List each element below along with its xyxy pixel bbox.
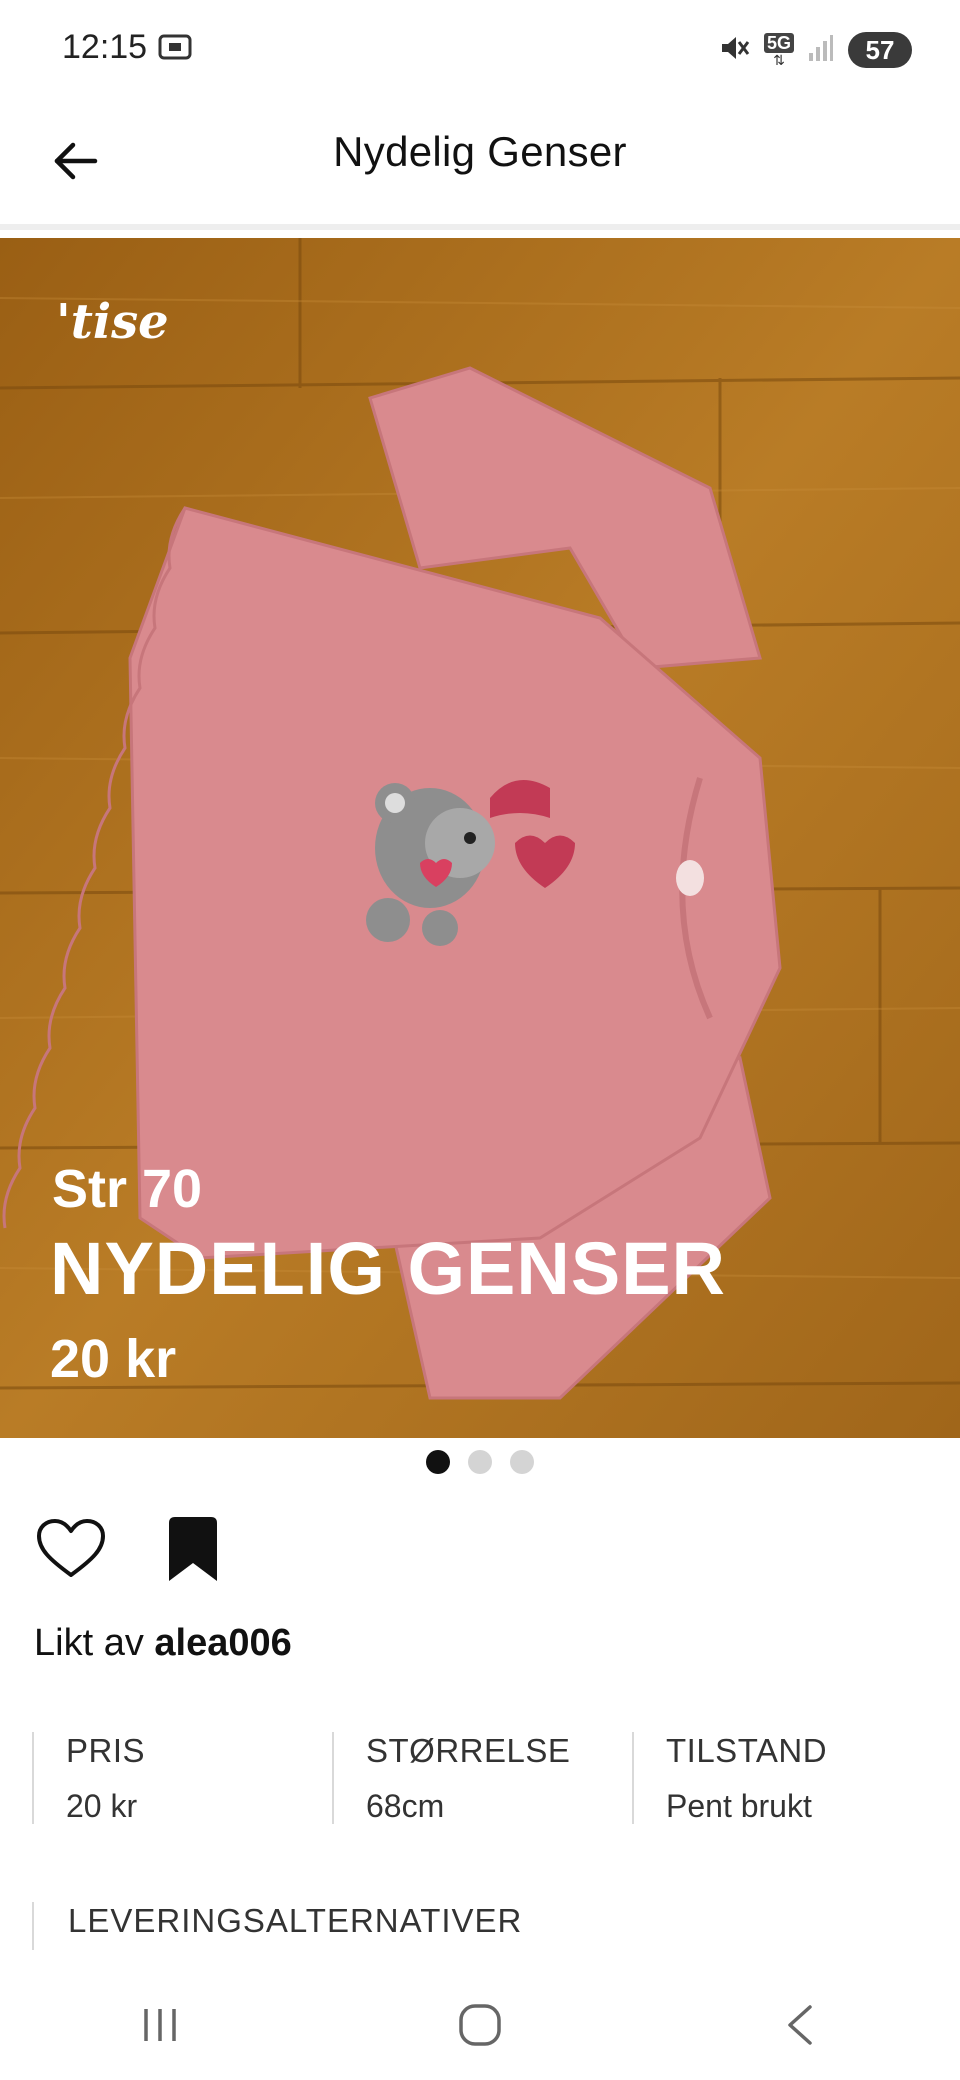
detail-value: 68cm [366, 1788, 445, 1824]
carousel-dot-2[interactable] [468, 1450, 492, 1474]
detail-condition: TILSTAND Pent brukt [632, 1732, 932, 1824]
like-button[interactable] [32, 1510, 110, 1588]
recent-apps-button[interactable] [120, 1985, 200, 2065]
home-button[interactable] [440, 1985, 520, 2065]
recent-apps-icon [144, 2009, 176, 2041]
status-time: 12:15 [62, 28, 148, 66]
mute-icon [718, 32, 750, 69]
heart-outline-icon [37, 1519, 105, 1577]
liked-by-text: Likt av alea006 [34, 1622, 292, 1665]
signal-icon [808, 33, 834, 68]
home-icon [459, 2004, 501, 2046]
liked-by-prefix: Likt av [34, 1622, 144, 1664]
details-grid: PRIS 20 kr STØRRELSE 68cm TILSTAND Pent … [32, 1732, 932, 1824]
page-title: Nydelig Genser [333, 128, 627, 175]
overlay-title: NYDELIG GENSER [50, 1227, 726, 1310]
overlay-price: 20 kr [50, 1329, 177, 1389]
status-right-group: 5G ⇅ 57 [718, 28, 912, 72]
delivery-label: LEVERINGSALTERNATIVER [68, 1902, 523, 1939]
carousel-dot-3[interactable] [510, 1450, 534, 1474]
detail-label: STØRRELSE [366, 1732, 571, 1769]
image-carousel[interactable]: 'tise Str 70 NYDELIG GENSER 20 kr [0, 238, 960, 1438]
detail-price: PRIS 20 kr [32, 1732, 332, 1824]
liked-by-user[interactable]: alea006 [154, 1622, 291, 1664]
delivery-section[interactable]: LEVERINGSALTERNATIVER [32, 1902, 522, 1950]
detail-label: TILSTAND [666, 1732, 828, 1769]
detail-label: PRIS [66, 1732, 146, 1769]
overlay-size: Str 70 [52, 1159, 203, 1219]
detail-size: STØRRELSE 68cm [332, 1732, 632, 1824]
network-5g-icon: 5G ⇅ [763, 33, 794, 67]
bookmark-icon [169, 1517, 217, 1581]
app-header: Nydelig Genser [0, 100, 960, 230]
action-row [32, 1510, 232, 1588]
carousel-dot-1[interactable] [426, 1450, 450, 1474]
save-button[interactable] [154, 1510, 232, 1588]
detail-value: 20 kr [66, 1788, 138, 1824]
battery-icon: 57 [848, 32, 912, 68]
back-icon [788, 2005, 812, 2045]
carousel-indicator [0, 1450, 960, 1474]
tise-logo: 'tise [56, 294, 169, 350]
status-bar: 12:15 5G ⇅ 57 [0, 0, 960, 100]
system-back-button[interactable] [760, 1985, 840, 2065]
network-label: 5G [763, 33, 794, 53]
screenshot-icon [158, 32, 192, 62]
system-nav-bar [0, 1970, 960, 2080]
detail-value: Pent brukt [666, 1788, 812, 1824]
